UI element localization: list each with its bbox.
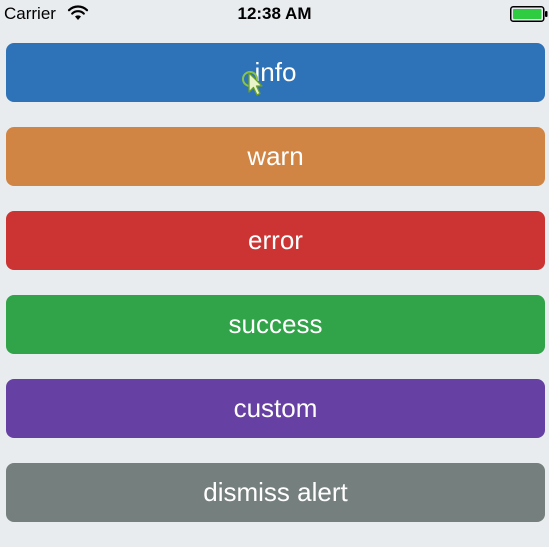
status-bar: Carrier 12:38 AM (0, 0, 549, 30)
status-time: 12:38 AM (237, 4, 312, 23)
success-button-label: success (228, 309, 323, 339)
info-button-label: info (254, 57, 297, 87)
dismiss-alert-button-label: dismiss alert (203, 477, 348, 507)
error-button[interactable]: error (6, 211, 545, 270)
battery-icon (510, 6, 548, 22)
info-button[interactable]: info (6, 43, 545, 102)
error-button-label: error (248, 225, 303, 255)
success-button[interactable]: success (6, 295, 545, 354)
warn-button-label: warn (247, 141, 304, 171)
dismiss-alert-button[interactable]: dismiss alert (6, 463, 545, 522)
custom-button[interactable]: custom (6, 379, 545, 438)
custom-button-label: custom (233, 393, 318, 423)
warn-button[interactable]: warn (6, 127, 545, 186)
alert-button-list: info warn error success custom dismiss a… (6, 43, 545, 547)
